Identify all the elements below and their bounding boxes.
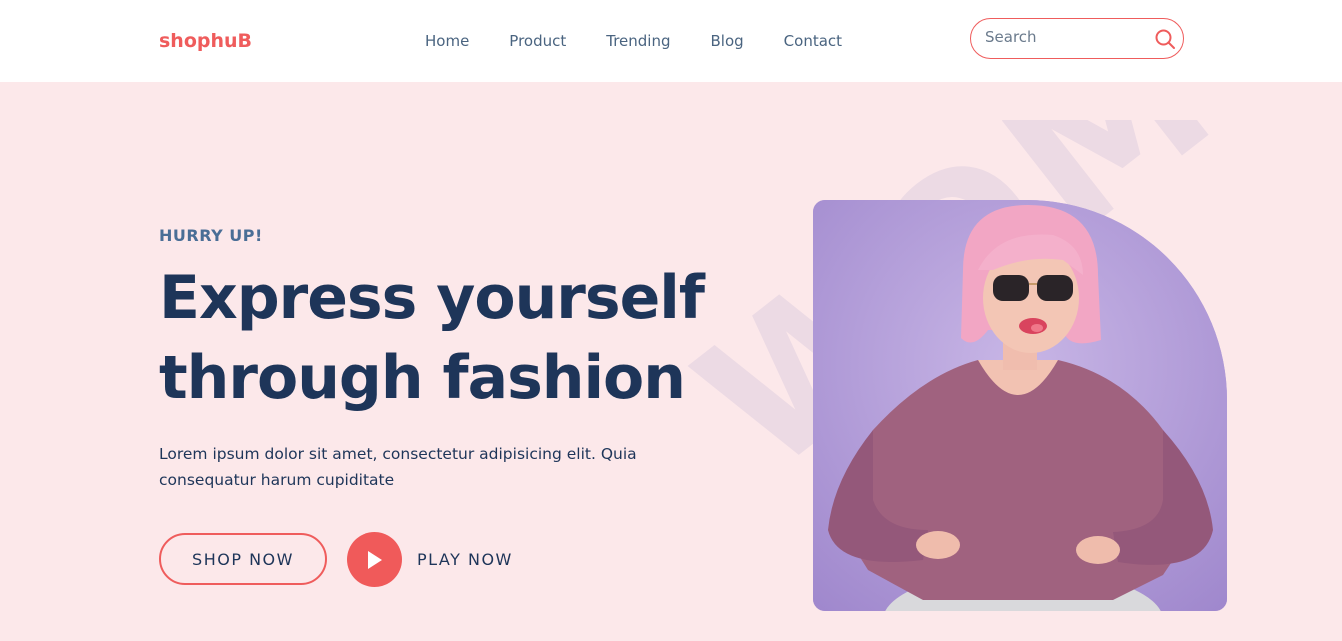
hero-eyebrow: HURRY UP! (159, 226, 263, 245)
play-now-label[interactable]: PLAY NOW (417, 550, 513, 569)
shop-now-button[interactable]: SHOP NOW (159, 533, 327, 585)
nav-link-blog[interactable]: Blog (711, 32, 744, 50)
hero-title: Express yourself through fashion (159, 258, 779, 418)
nav-link-home[interactable]: Home (425, 32, 469, 50)
hero-title-line-1: Express yourself (159, 263, 705, 333)
hero-model-image (813, 200, 1227, 611)
nav-link-contact[interactable]: Contact (784, 32, 842, 50)
hero-description: Lorem ipsum dolor sit amet, consectetur … (159, 445, 637, 489)
nav-link-trending[interactable]: Trending (606, 32, 670, 50)
brand-logo[interactable]: shophuB (159, 30, 252, 52)
play-button[interactable] (347, 532, 402, 587)
navbar: shophuB Home Product Trending Blog Conta… (0, 0, 1342, 82)
nav-link-product[interactable]: Product (509, 32, 566, 50)
main-nav: Home Product Trending Blog Contact (425, 32, 842, 50)
search-box (970, 18, 1184, 59)
search-icon[interactable] (1154, 28, 1176, 50)
hero-title-line-2: through fashion (159, 343, 686, 413)
search-input[interactable] (985, 28, 1135, 46)
play-icon (368, 551, 382, 569)
